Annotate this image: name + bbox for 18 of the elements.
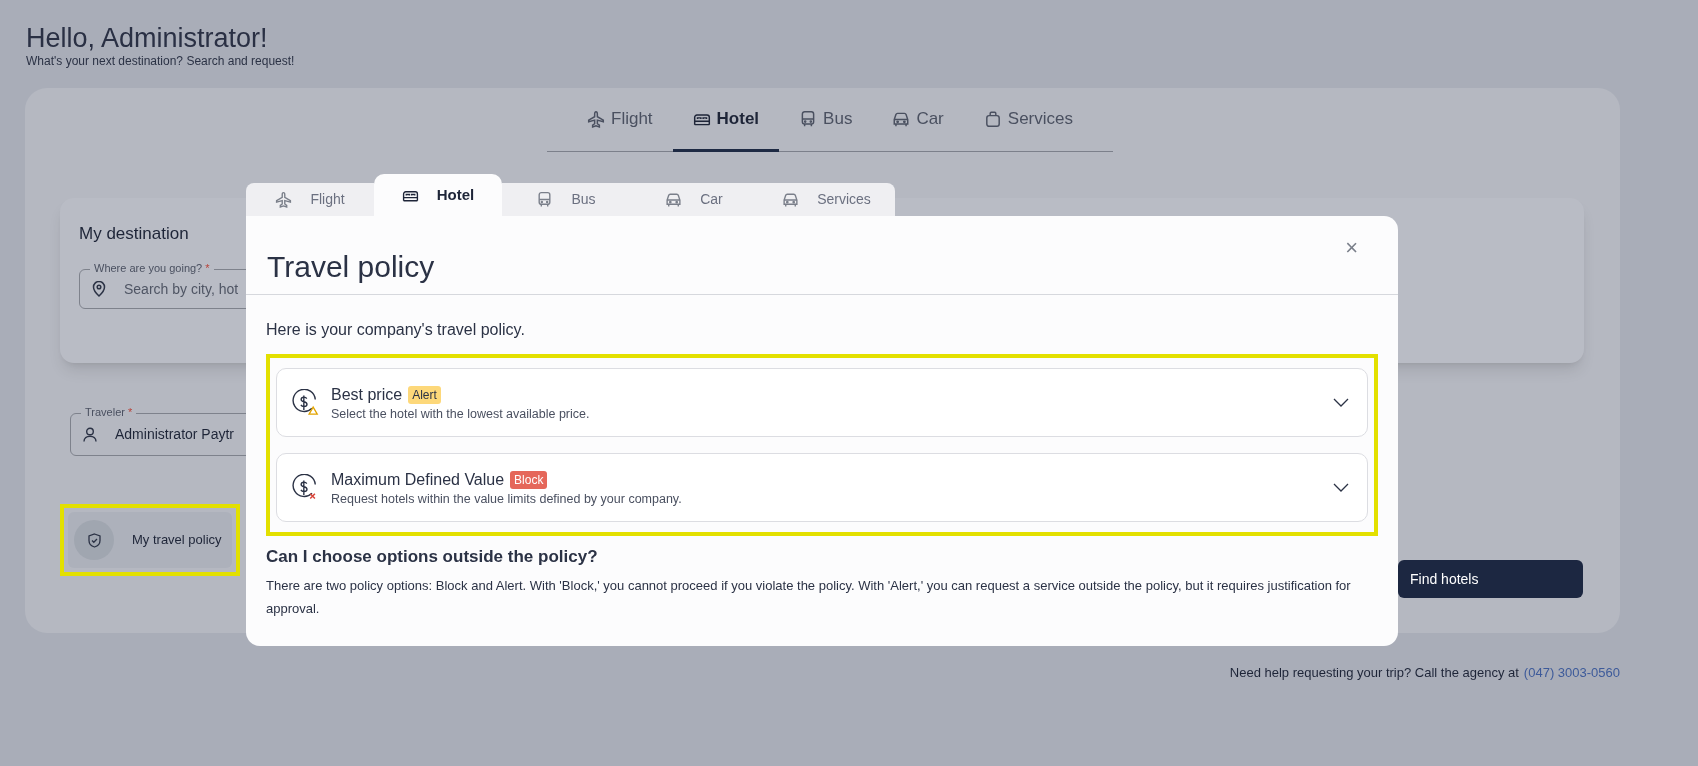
intro-text: Here is your company's travel policy. <box>266 320 526 340</box>
faq-question: Can I choose options outside the policy? <box>266 546 599 568</box>
section-title: My destination <box>79 223 189 245</box>
greeting-subtitle: What's your next destination? Search and request! <box>26 54 296 68</box>
field-label: Where are you going? * <box>90 261 214 275</box>
policy-title: Best price <box>331 384 403 405</box>
modal-title: Travel policy <box>267 249 435 285</box>
greeting-title: Hello, Administrator! <box>26 22 269 54</box>
policy-badge: Block <box>510 470 548 489</box>
policy-description: Request hotels within the value limits defined by your company. <box>331 490 683 507</box>
field-label: Traveler * <box>81 405 137 419</box>
policy-badge: Alert <box>408 385 441 404</box>
policy-description: Select the hotel with the lowest available price. <box>331 405 591 422</box>
search-placeholder: Search by city, hot <box>124 279 239 299</box>
traveler-value: Administrator Paytr <box>115 425 235 444</box>
help-text: Need help requesting your trip? Call the agency at <box>1229 664 1519 682</box>
policy-title: Maximum Defined Value <box>331 469 505 490</box>
faq-answer: There are two policy options: Block and Alert. With 'Block,' you cannot proceed if you violate the policy. With 'Alert,' you can request a service outside the policy, but it requires justification for approval. <box>266 577 1352 618</box>
